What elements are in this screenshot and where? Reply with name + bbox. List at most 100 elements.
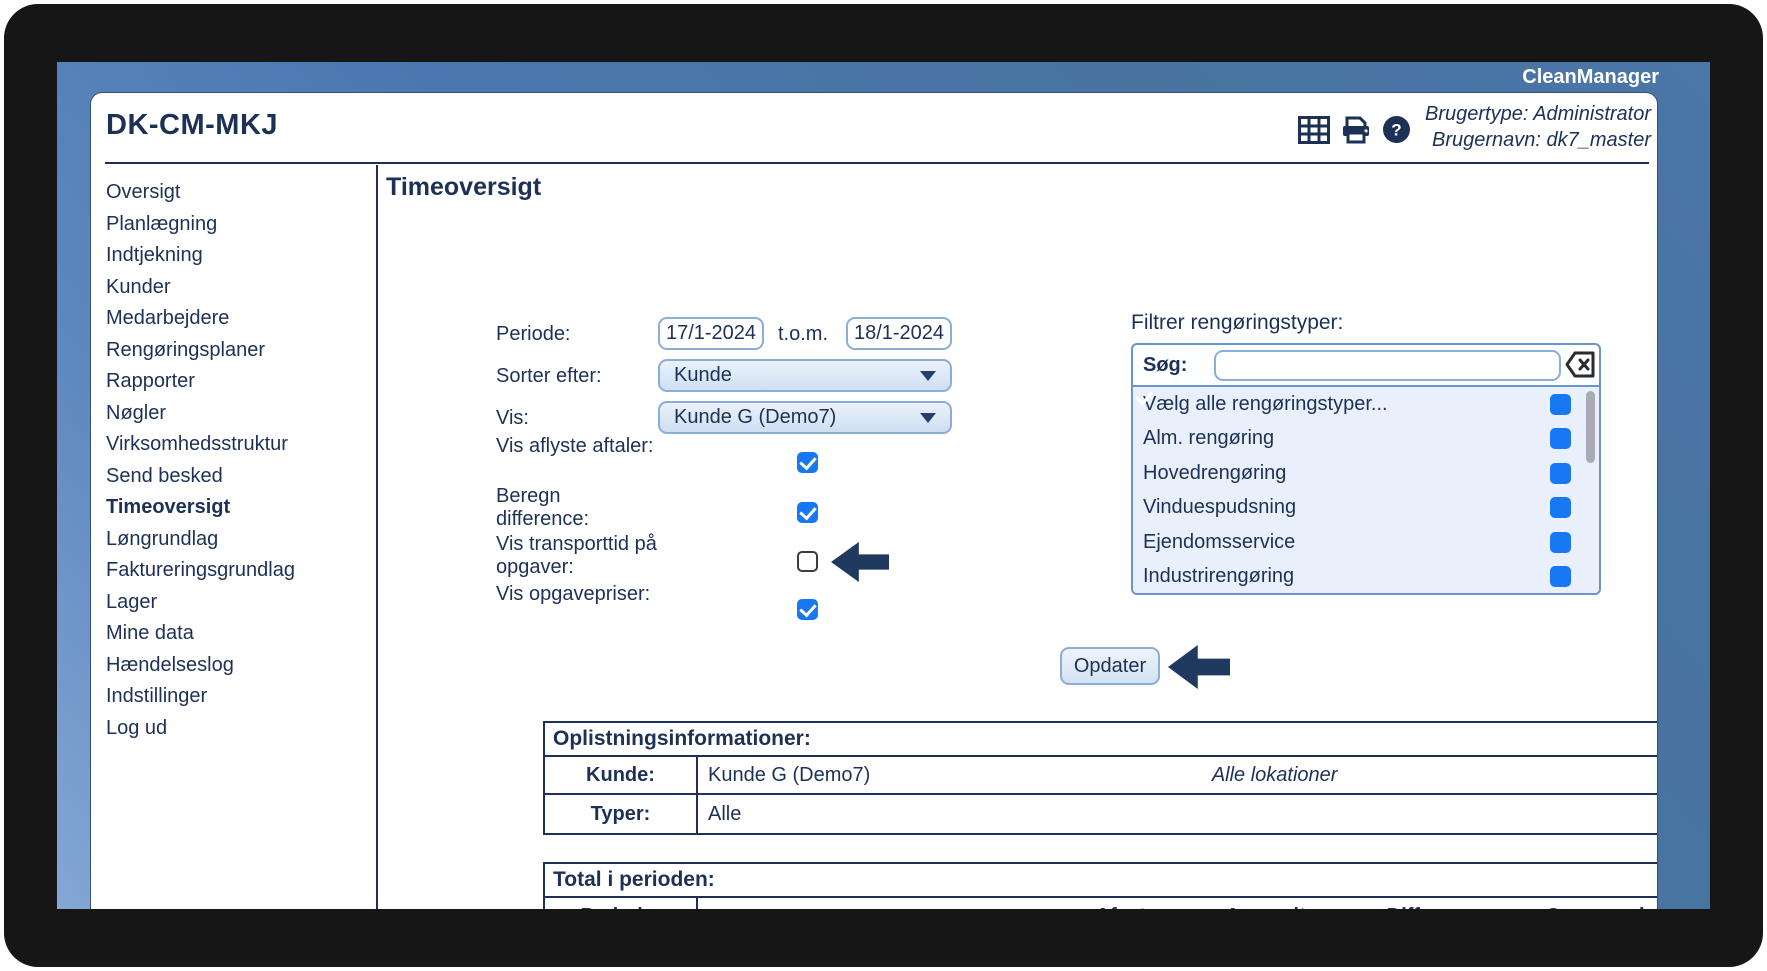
- sidebar-item-kunder[interactable]: Kunder: [106, 272, 376, 304]
- sorter-efter-dropdown[interactable]: Kunde: [658, 359, 952, 392]
- sidebar-item-rengoeringsplaner[interactable]: Rengøringsplaner: [106, 335, 376, 367]
- sidebar: Oversigt Planlægning Indtjekning Kunder …: [91, 165, 376, 909]
- window-header: DK-CM-MKJ ? Brugertype: Administrator Br…: [91, 93, 1657, 164]
- filter-item-checkbox[interactable]: [1550, 462, 1571, 484]
- col-periode: Periode:: [545, 898, 698, 909]
- total-table-header-row: Periode: Afsat: Anvendt: Difference: Opg…: [545, 898, 1657, 910]
- filter-item-alm-rengoering[interactable]: Alm. rengøring: [1133, 422, 1599, 457]
- filter-search-row: Søg:: [1133, 345, 1599, 387]
- filter-title: Filtrer rengøringstyper:: [1131, 311, 1344, 334]
- date-to-input[interactable]: [846, 317, 952, 350]
- periode-label: Periode:: [496, 323, 571, 345]
- chevron-down-icon: [920, 370, 936, 381]
- col-opgavepris: Opgavepris:: [1529, 905, 1657, 910]
- sidebar-item-noegler[interactable]: Nøgler: [106, 398, 376, 430]
- filter-item-all[interactable]: Vælg alle rengøringstyper...: [1133, 387, 1599, 422]
- tom-label: t.o.m.: [778, 323, 829, 345]
- sidebar-item-faktureringsgrundlag[interactable]: Faktureringsgrundlag: [106, 555, 376, 587]
- table-row: Kunde: Kunde G (Demo7) Alle lokationer: [545, 757, 1657, 795]
- sidebar-item-timeoversigt[interactable]: Timeoversigt: [106, 492, 376, 524]
- beregn-difference-label: Beregn difference:: [496, 485, 590, 530]
- filter-item-checkbox[interactable]: [1550, 566, 1571, 588]
- vis-aflyste-aftaler-checkbox[interactable]: [797, 452, 818, 473]
- user-name-label: Brugernavn: dk7_master: [1431, 129, 1651, 151]
- filter-item-checkbox[interactable]: [1550, 428, 1571, 450]
- total-table: Total i perioden: Periode: Afsat: Anvend…: [543, 862, 1657, 910]
- filter-item-label: Vinduespudsning: [1143, 496, 1297, 519]
- typer-row-value: Alle: [708, 802, 742, 825]
- date-from-input[interactable]: [658, 317, 764, 350]
- sidebar-item-send-besked[interactable]: Send besked: [106, 461, 376, 493]
- col-difference: Difference:: [1349, 905, 1529, 910]
- header-divider: [105, 162, 1649, 164]
- vis-transporttid-checkbox[interactable]: [797, 551, 818, 572]
- filter-item-checkbox[interactable]: [1550, 393, 1571, 415]
- print-icon[interactable]: [1340, 116, 1372, 149]
- device-frame: CleanManager DK-CM-MKJ ? Brugertype: Adm…: [4, 4, 1763, 967]
- filter-item-label: Industrirengøring: [1143, 565, 1295, 588]
- filter-item-vinduespudsning[interactable]: Vinduespudsning: [1133, 491, 1599, 526]
- vis-opgavepriser-label: Vis opgavepriser:: [496, 583, 651, 605]
- sidebar-item-mine-data[interactable]: Mine data: [106, 618, 376, 650]
- typer-row-label: Typer:: [545, 795, 698, 833]
- vis-dropdown[interactable]: Kunde G (Demo7): [658, 401, 952, 434]
- annotation-arrow-checkbox-icon: [831, 542, 889, 582]
- svg-text:?: ?: [1391, 121, 1401, 140]
- sidebar-item-haendelseslog[interactable]: Hændelseslog: [106, 650, 376, 682]
- total-table-title: Total i perioden:: [545, 864, 1657, 898]
- sidebar-item-rapporter[interactable]: Rapporter: [106, 366, 376, 398]
- filter-item-industrirengoering[interactable]: Industrirengøring: [1133, 560, 1599, 594]
- kunde-row-note: Alle lokationer: [1211, 763, 1338, 786]
- filter-scrollbar[interactable]: [1586, 391, 1595, 463]
- info-table: Oplistningsinformationer: Kunde: Kunde G…: [543, 721, 1657, 835]
- vis-transporttid-label: Vis transporttid på opgaver:: [496, 533, 657, 578]
- beregn-difference-checkbox[interactable]: [797, 502, 818, 523]
- sidebar-item-planlaegning[interactable]: Planlægning: [106, 209, 376, 241]
- chevron-down-icon: [920, 412, 936, 423]
- kunde-row-label: Kunde:: [545, 757, 698, 793]
- sidebar-item-log-ud[interactable]: Log ud: [106, 713, 376, 745]
- help-icon[interactable]: ?: [1382, 115, 1411, 149]
- table-row: Typer: Alle: [545, 795, 1657, 833]
- vis-value: Kunde G (Demo7): [674, 406, 837, 428]
- filter-item-label: Vælg alle rengøringstyper...: [1143, 392, 1388, 415]
- filter-item-checkbox[interactable]: [1550, 497, 1571, 519]
- filter-list: Vælg alle rengøringstyper... Alm. rengør…: [1133, 387, 1599, 594]
- vis-label: Vis:: [496, 407, 529, 429]
- main-content: Timeoversigt Periode: t.o.m. Sorter efte…: [378, 165, 1657, 909]
- info-table-title: Oplistningsinformationer:: [545, 723, 1657, 757]
- filter-item-ejendomsservice[interactable]: Ejendomsservice: [1133, 525, 1599, 560]
- clear-search-icon[interactable]: [1565, 351, 1596, 380]
- user-type-label: Brugertype: Administrator: [1424, 103, 1651, 125]
- filter-box: Søg: Vælg alle rengøringstyper... Alm. r…: [1131, 343, 1601, 595]
- opdater-button[interactable]: Opdater: [1060, 647, 1160, 685]
- sidebar-item-lager[interactable]: Lager: [106, 587, 376, 619]
- sorter-efter-value: Kunde: [674, 364, 732, 386]
- sidebar-item-indstillinger[interactable]: Indstillinger: [106, 681, 376, 713]
- filter-item-hovedrengoering[interactable]: Hovedrengøring: [1133, 456, 1599, 491]
- sorter-efter-label: Sorter efter:: [496, 365, 602, 387]
- col-anvendt: Anvendt:: [1189, 905, 1349, 910]
- filter-item-checkbox[interactable]: [1550, 531, 1571, 553]
- search-input[interactable]: [1214, 350, 1561, 381]
- col-afsat: Afsat:: [1059, 905, 1189, 910]
- vis-opgavepriser-checkbox[interactable]: [797, 599, 818, 620]
- brand-label: CleanManager: [1522, 65, 1659, 88]
- sidebar-item-loengrundlag[interactable]: Løngrundlag: [106, 524, 376, 556]
- filter-item-label: Alm. rengøring: [1143, 427, 1275, 450]
- filter-item-label: Ejendomsservice: [1143, 530, 1296, 553]
- table-view-icon[interactable]: [1297, 115, 1330, 149]
- filter-item-label: Hovedrengøring: [1143, 461, 1287, 484]
- app-title: DK-CM-MKJ: [106, 109, 279, 141]
- vis-aflyste-aftaler-label: Vis aflyste aftaler:: [496, 435, 654, 457]
- kunde-row-value: Kunde G (Demo7): [708, 763, 871, 786]
- sidebar-item-virksomhedsstruktur[interactable]: Virksomhedsstruktur: [106, 429, 376, 461]
- sidebar-item-indtjekning[interactable]: Indtjekning: [106, 240, 376, 272]
- sidebar-item-medarbejdere[interactable]: Medarbejdere: [106, 303, 376, 335]
- sidebar-item-oversigt[interactable]: Oversigt: [106, 177, 376, 209]
- brand-bar: CleanManager: [57, 62, 1710, 92]
- app-window: DK-CM-MKJ ? Brugertype: Administrator Br…: [90, 92, 1658, 909]
- annotation-arrow-button-icon: [1168, 645, 1230, 689]
- desktop-background: CleanManager DK-CM-MKJ ? Brugertype: Adm…: [57, 62, 1710, 909]
- search-label: Søg:: [1143, 353, 1188, 376]
